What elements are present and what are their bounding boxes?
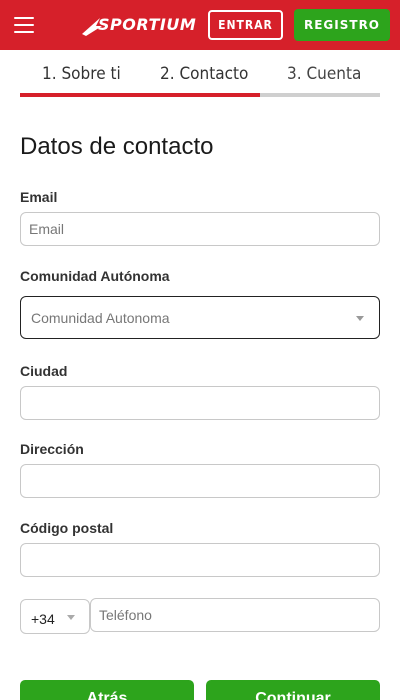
- registration-steps: 1. Sobre ti 2. Contacto 3. Cuenta: [20, 50, 380, 98]
- back-button[interactable]: Atrás: [20, 680, 194, 700]
- postal-code-label: Código postal: [20, 520, 114, 536]
- login-button[interactable]: ENTRAR: [208, 10, 283, 40]
- top-header: SPORTIUM ENTRAR REGISTRO: [0, 0, 400, 50]
- step-contact: 2. Contacto: [160, 64, 249, 84]
- step-about-you: 1. Sobre ti: [42, 64, 121, 84]
- step-progress-bar: [20, 93, 261, 97]
- city-label: Ciudad: [20, 363, 68, 379]
- email-label: Email: [20, 189, 58, 205]
- phone-field[interactable]: [90, 598, 380, 632]
- region-select[interactable]: Comunidad Autonoma: [20, 296, 380, 339]
- page-title: Datos de contacto: [20, 133, 214, 160]
- city-field[interactable]: [20, 386, 380, 420]
- region-label: Comunidad Autónoma: [20, 268, 170, 284]
- brand-wordmark: SPORTIUM: [98, 15, 197, 34]
- continue-button[interactable]: Continuar: [206, 680, 380, 700]
- hamburger-menu-icon[interactable]: [14, 17, 34, 33]
- step-account: 3. Cuenta: [287, 64, 362, 84]
- phone-prefix-select[interactable]: +34: [20, 599, 90, 634]
- region-select-value: Comunidad Autonoma: [31, 309, 170, 326]
- step-progress-track: [20, 93, 380, 97]
- address-label: Dirección: [20, 441, 84, 457]
- phone-prefix-value: +34: [31, 610, 55, 627]
- postal-code-field[interactable]: [20, 543, 380, 577]
- register-button[interactable]: REGISTRO: [294, 9, 390, 41]
- address-field[interactable]: [20, 464, 380, 498]
- brand-logo[interactable]: SPORTIUM: [80, 12, 196, 38]
- chevron-down-icon: [67, 615, 75, 620]
- chevron-down-icon: [356, 316, 364, 321]
- email-field[interactable]: [20, 212, 380, 246]
